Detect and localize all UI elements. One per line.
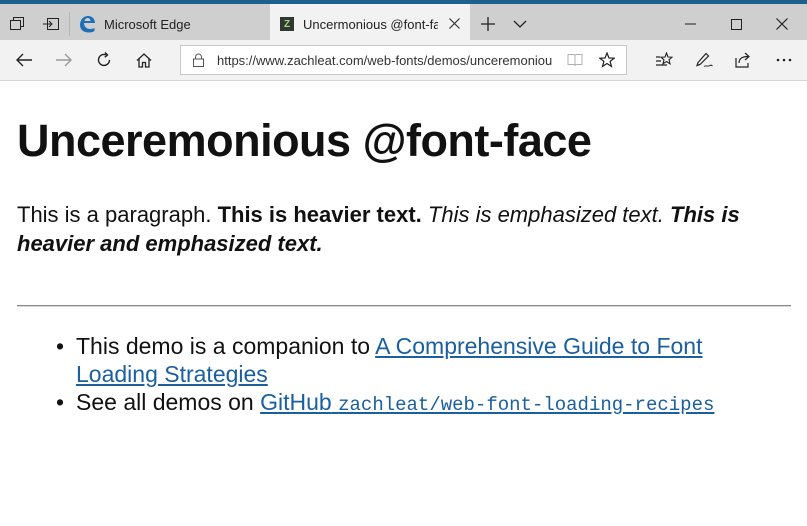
tab-manager-icon[interactable] <box>0 4 34 44</box>
favicon-letter: Z <box>283 18 291 30</box>
reading-view-icon[interactable] <box>567 53 583 67</box>
share-icon[interactable] <box>724 40 764 80</box>
navigation-bar: https://www.zachleat.com/web-fonts/demos… <box>0 40 807 81</box>
sample-paragraph: This is a paragraph. This is heavier tex… <box>17 200 787 258</box>
close-window-icon[interactable] <box>759 4 805 44</box>
horizontal-rule <box>17 305 791 307</box>
demo-links-list: This demo is a companion to A Comprehens… <box>56 332 756 419</box>
minimize-icon[interactable] <box>667 4 713 44</box>
url-text: https://www.zachleat.com/web-fonts/demos… <box>217 52 553 68</box>
title-bar: Microsoft Edge Z Uncermonious @font-fa <box>0 0 807 44</box>
more-options-icon[interactable] <box>764 40 804 80</box>
maximize-icon[interactable] <box>713 4 759 44</box>
tab-title: Uncermonious @font-fa <box>303 16 438 32</box>
tab-unceremonious-font-face[interactable]: Z Uncermonious @font-fa <box>270 4 470 44</box>
repo-name-code: zachleat/web-font-loading-recipes <box>338 394 715 416</box>
refresh-icon[interactable] <box>84 40 124 80</box>
normal-text: This is a paragraph. <box>17 202 212 227</box>
address-bar[interactable]: https://www.zachleat.com/web-fonts/demos… <box>180 45 627 75</box>
github-link-text: GitHub <box>260 389 332 415</box>
favorite-star-icon[interactable] <box>599 52 615 68</box>
forward-arrow-icon[interactable] <box>44 40 84 80</box>
list-item-text: This demo is a companion to <box>76 333 371 359</box>
list-item-text: See all demos on <box>76 389 254 415</box>
tab-preview-chevron-icon[interactable] <box>505 4 535 44</box>
new-tab-icon[interactable] <box>471 4 505 44</box>
tab-title: Microsoft Edge <box>104 16 191 32</box>
zachleat-favicon-icon: Z <box>280 17 294 31</box>
web-page-content: Unceremonious @font-face This is a parag… <box>0 81 807 526</box>
tab-microsoft-edge[interactable]: Microsoft Edge <box>70 4 268 44</box>
page-title: Unceremonious @font-face <box>17 115 592 166</box>
edge-logo-icon <box>78 15 96 33</box>
emphasized-text: This is emphasized text. <box>427 202 664 227</box>
heavier-text: This is heavier text. <box>217 202 422 227</box>
github-repo-link[interactable]: GitHub zachleat/web-font-loading-recipes <box>260 389 715 416</box>
list-item: See all demos on GitHub zachleat/web-fon… <box>56 388 756 419</box>
lock-icon <box>193 53 204 67</box>
home-icon[interactable] <box>124 40 164 80</box>
close-tab-icon[interactable] <box>449 18 460 29</box>
set-tabs-aside-icon[interactable] <box>34 4 68 44</box>
list-item: This demo is a companion to A Comprehens… <box>56 332 756 388</box>
favorites-hub-icon[interactable] <box>644 40 684 80</box>
back-arrow-icon[interactable] <box>4 40 44 80</box>
web-note-pen-icon[interactable] <box>684 40 724 80</box>
